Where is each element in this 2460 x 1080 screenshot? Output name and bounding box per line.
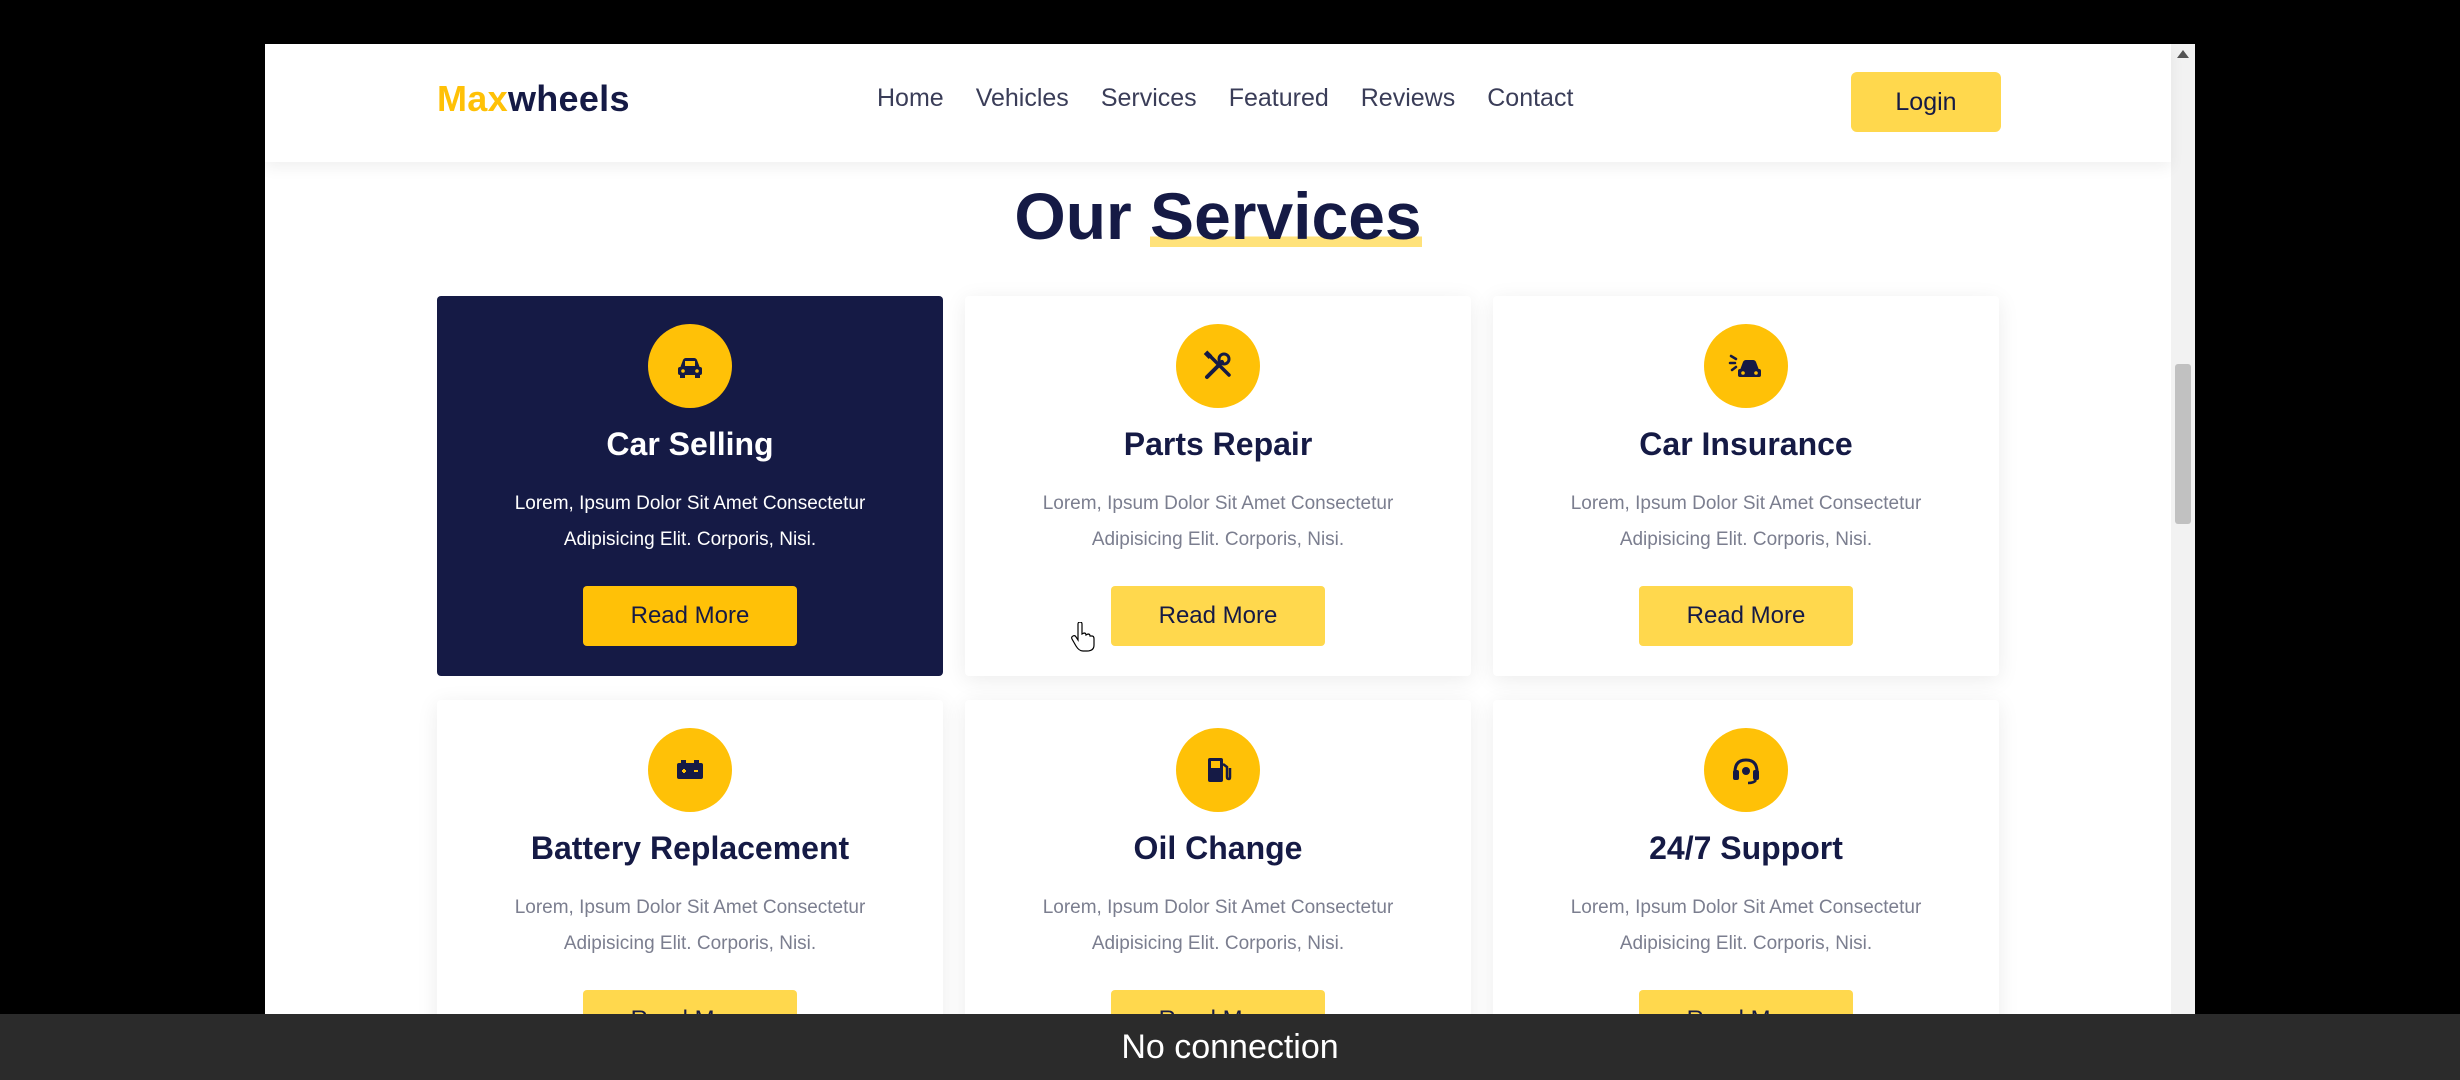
scroll-up-arrow-icon[interactable]	[2177, 50, 2189, 58]
tools-icon	[1176, 324, 1260, 408]
service-title: Battery Replacement	[530, 830, 850, 866]
login-button[interactable]: Login	[1851, 72, 2001, 132]
read-more-button[interactable]: Read More	[1111, 586, 1325, 646]
video-frame: Maxwheels Home Vehicles Services Feature…	[0, 0, 2460, 1080]
service-card-support: 24/7 Support Lorem, Ipsum Dolor Sit Amet…	[1493, 700, 1999, 1014]
read-more-button[interactable]: Read More	[1111, 990, 1325, 1014]
main-nav: Home Vehicles Services Featured Reviews …	[877, 84, 1573, 113]
service-description: Lorem, Ipsum Dolor Sit Amet Consectetur …	[1042, 897, 1394, 954]
vertical-scrollbar[interactable]	[2171, 44, 2195, 1014]
service-card-car-selling: Car Selling Lorem, Ipsum Dolor Sit Amet …	[437, 296, 943, 676]
toast-message: No connection	[1121, 1027, 1339, 1066]
gas-pump-icon	[1176, 728, 1260, 812]
service-description: Lorem, Ipsum Dolor Sit Amet Consectetur …	[1042, 493, 1394, 550]
service-title: Car Insurance	[1639, 426, 1853, 462]
service-card-battery-replacement: Battery Replacement Lorem, Ipsum Dolor S…	[437, 700, 943, 1014]
read-more-button[interactable]: Read More	[583, 990, 797, 1014]
site-header: Maxwheels Home Vehicles Services Feature…	[265, 44, 2171, 162]
car-icon	[648, 324, 732, 408]
logo[interactable]: Maxwheels	[437, 78, 630, 120]
nav-featured[interactable]: Featured	[1229, 84, 1329, 113]
read-more-button[interactable]: Read More	[1639, 990, 1853, 1014]
nav-contact[interactable]: Contact	[1487, 84, 1573, 113]
service-title: Parts Repair	[1123, 426, 1313, 462]
service-description: Lorem, Ipsum Dolor Sit Amet Consectetur …	[514, 897, 866, 954]
service-description: Lorem, Ipsum Dolor Sit Amet Consectetur …	[1570, 897, 1922, 954]
service-description: Lorem, Ipsum Dolor Sit Amet Consectetur …	[514, 493, 866, 550]
section-title-highlight: Services	[1150, 179, 1422, 253]
service-description: Lorem, Ipsum Dolor Sit Amet Consectetur …	[1570, 493, 1922, 550]
service-card-car-insurance: Car Insurance Lorem, Ipsum Dolor Sit Ame…	[1493, 296, 1999, 676]
scrollbar-thumb[interactable]	[2175, 364, 2191, 524]
service-card-oil-change: Oil Change Lorem, Ipsum Dolor Sit Amet C…	[965, 700, 1471, 1014]
section-title-part1: Our	[1014, 179, 1151, 253]
connection-toast: No connection	[0, 1014, 2460, 1080]
car-crash-icon	[1704, 324, 1788, 408]
read-more-button[interactable]: Read More	[1639, 586, 1853, 646]
service-title: Oil Change	[1133, 830, 1303, 866]
nav-reviews[interactable]: Reviews	[1361, 84, 1455, 113]
nav-services[interactable]: Services	[1101, 84, 1197, 113]
service-title: 24/7 Support	[1649, 830, 1843, 866]
section-title: Our Services	[265, 178, 2171, 254]
browser-viewport: Maxwheels Home Vehicles Services Feature…	[265, 44, 2195, 1014]
service-title: Car Selling	[606, 426, 774, 462]
logo-accent: Max	[437, 78, 508, 119]
service-card-parts-repair: Parts Repair Lorem, Ipsum Dolor Sit Amet…	[965, 296, 1471, 676]
battery-icon	[648, 728, 732, 812]
read-more-button[interactable]: Read More	[583, 586, 797, 646]
logo-text: wheels	[507, 78, 630, 119]
nav-home[interactable]: Home	[877, 84, 944, 113]
headset-icon	[1704, 728, 1788, 812]
nav-vehicles[interactable]: Vehicles	[976, 84, 1069, 113]
